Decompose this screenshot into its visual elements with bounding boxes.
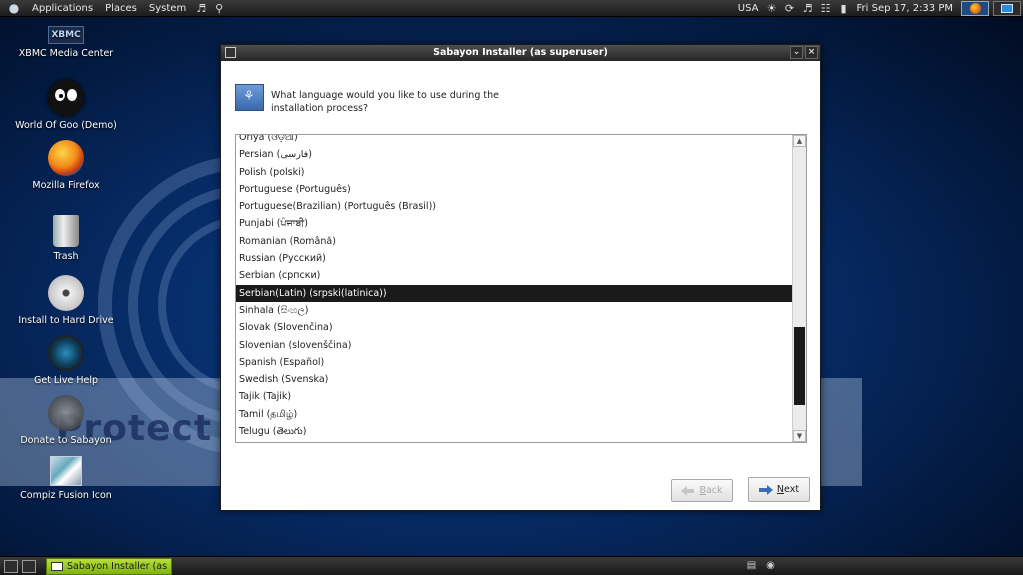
firefox-icon xyxy=(48,140,84,176)
desktop-icon-world-of-goo[interactable]: World Of Goo (Demo) xyxy=(11,80,121,131)
window-titlebar[interactable]: Sabayon Installer (as superuser) ⌄ × xyxy=(221,45,820,61)
scrollbar-thumb[interactable] xyxy=(794,327,805,405)
back-button-label: ack xyxy=(705,485,723,496)
scroll-down-arrow-icon[interactable]: ▼ xyxy=(793,430,806,442)
next-button[interactable]: Next xyxy=(748,477,810,502)
desktop-icon-compiz[interactable]: Compiz Fusion Icon xyxy=(11,456,121,501)
install-disc-icon xyxy=(48,275,84,311)
language-list-item[interactable]: Slovenian (slovenščina) xyxy=(236,337,792,354)
language-flag-icon xyxy=(235,84,264,111)
desktop-icon-label: Get Live Help xyxy=(33,375,99,386)
bottom-panel: Sabayon Installer (as ... ▤ ◉ xyxy=(0,556,1023,575)
window-menu-icon[interactable] xyxy=(225,47,236,58)
volume-icon[interactable]: ♬ xyxy=(801,2,815,16)
menu-system[interactable]: System xyxy=(143,0,192,17)
language-list-item[interactable]: Russian (Русский) xyxy=(236,250,792,267)
scroll-up-arrow-icon[interactable]: ▲ xyxy=(793,135,806,147)
language-list-item[interactable]: Portuguese(Brazilian) (Português (Brasil… xyxy=(236,198,792,215)
window-menu-button[interactable]: ⌄ xyxy=(790,46,803,59)
compiz-icon xyxy=(50,456,82,486)
back-arrow-icon xyxy=(681,485,695,496)
desktop-icon-label: Donate to Sabayon xyxy=(20,435,112,446)
desktop-icon-install[interactable]: Install to Hard Drive xyxy=(11,275,121,326)
language-list-item[interactable]: Telugu (తెలుగు) xyxy=(236,423,792,440)
language-list[interactable]: Oriya (ଓଡ଼ିଆ) Persian (فارسی) Polish (pols… xyxy=(235,134,807,443)
language-question: What language would you like to use duri… xyxy=(271,90,499,114)
sabayon-logo-icon[interactable]: ● xyxy=(6,1,22,15)
desktop-launcher[interactable] xyxy=(993,1,1021,16)
language-list-item[interactable]: Tamil (தமிழ்) xyxy=(236,406,792,423)
show-desktop-icon[interactable] xyxy=(4,559,18,573)
desktop-icon-firefox[interactable]: Mozilla Firefox xyxy=(11,140,121,191)
trash-icon xyxy=(53,215,79,247)
update-icon[interactable]: ⟳ xyxy=(783,2,797,16)
desktop-icon-label: Mozilla Firefox xyxy=(32,180,100,191)
desktop-icon-label: World Of Goo (Demo) xyxy=(15,120,117,131)
desktop-icon-label: Install to Hard Drive xyxy=(18,315,114,326)
desktop-icon-xbmc[interactable]: XBMC XBMC Media Center xyxy=(11,26,121,59)
taskbar-item-installer[interactable]: Sabayon Installer (as ... xyxy=(46,558,172,575)
desktop-launcher-icon xyxy=(1001,4,1013,13)
language-list-item[interactable]: Polish (polski) xyxy=(236,164,792,181)
firefox-launcher-icon xyxy=(969,3,981,14)
language-list-item[interactable]: Spanish (Español) xyxy=(236,354,792,371)
installer-task-icon xyxy=(51,562,63,571)
battery-icon[interactable]: ▮ xyxy=(837,2,851,16)
language-list-item[interactable]: Swedish (Svenska) xyxy=(236,371,792,388)
network-icon[interactable]: ☷ xyxy=(819,2,833,16)
language-list-item[interactable]: Thai (ไทย) xyxy=(236,440,792,442)
cd-drive-icon[interactable]: ◉ xyxy=(764,559,777,572)
installer-window: Sabayon Installer (as superuser) ⌄ × Wha… xyxy=(220,44,821,511)
window-close-button[interactable]: × xyxy=(805,46,818,59)
language-header: What language would you like to use duri… xyxy=(221,61,820,135)
language-list-scrollbar[interactable]: ▲ ▼ xyxy=(792,135,806,442)
firefox-launcher[interactable] xyxy=(961,1,989,16)
next-button-label: ext xyxy=(784,484,800,495)
back-button[interactable]: Back xyxy=(671,479,733,502)
language-list-item[interactable]: Slovak (Slovenčina) xyxy=(236,319,792,336)
top-panel: ● Applications Places System ♬ ⚲ USA ☀ ⟳… xyxy=(0,0,1023,17)
language-list-item[interactable]: Romanian (Română) xyxy=(236,233,792,250)
volume-icon[interactable]: ♬ xyxy=(194,1,208,15)
taskbar-item-label: Sabayon Installer (as ... xyxy=(67,561,172,572)
desktop-icon-label: Trash xyxy=(53,251,79,262)
desktop-icon-trash[interactable]: Trash xyxy=(11,215,121,262)
desktop-icon-donate[interactable]: Donate to Sabayon xyxy=(11,395,121,446)
language-list-item[interactable]: Sinhala (සිංහල) xyxy=(236,302,792,319)
language-list-item[interactable]: Punjabi (ਪੰਜਾਬੀ) xyxy=(236,215,792,232)
desktop-icon-label: Compiz Fusion Icon xyxy=(20,490,112,501)
donate-icon xyxy=(48,395,84,431)
keyboard-layout-indicator[interactable]: USA xyxy=(734,3,763,14)
language-list-item[interactable]: Portuguese (Português) xyxy=(236,181,792,198)
window-title: Sabayon Installer (as superuser) xyxy=(433,47,608,58)
world-of-goo-icon xyxy=(48,80,84,116)
next-button-mnemonic: N xyxy=(776,484,785,495)
notes-icon[interactable]: ▤ xyxy=(745,559,758,572)
clock[interactable]: Fri Sep 17, 2:33 PM xyxy=(853,3,960,14)
workspace-icon[interactable] xyxy=(22,559,36,573)
language-list-item[interactable]: Serbian (српски) xyxy=(236,267,792,284)
desktop-icon-live-help[interactable]: Get Live Help xyxy=(11,335,121,386)
xbmc-icon: XBMC xyxy=(48,26,84,44)
desktop-icon-label: XBMC Media Center xyxy=(18,48,114,59)
weather-icon[interactable]: ☀ xyxy=(765,2,779,16)
language-list-item[interactable]: Serbian(Latin) (srpski(latinica)) xyxy=(236,284,792,302)
menu-applications[interactable]: Applications xyxy=(26,0,99,17)
help-icon xyxy=(48,335,84,371)
search-icon[interactable]: ⚲ xyxy=(212,1,226,15)
language-list-item[interactable]: Tajik (Tajik) xyxy=(236,388,792,405)
menu-places[interactable]: Places xyxy=(99,0,143,17)
language-list-item[interactable]: Oriya (ଓଡ଼ିଆ) xyxy=(236,135,792,146)
language-list-item[interactable]: Persian (فارسی) xyxy=(236,146,792,163)
next-arrow-icon xyxy=(758,484,773,495)
